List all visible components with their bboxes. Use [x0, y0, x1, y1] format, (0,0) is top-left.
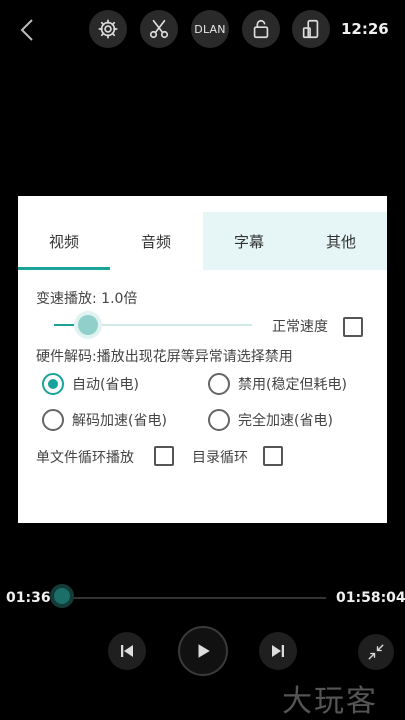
- radio-auto[interactable]: [42, 373, 64, 395]
- dlan-button[interactable]: DLAN: [191, 10, 229, 48]
- shrink-arrows-icon: [368, 644, 384, 660]
- radio-disable-label[interactable]: 禁用(稳定但耗电): [238, 374, 347, 394]
- skip-previous-icon: [121, 645, 133, 657]
- skip-next-icon: [272, 645, 284, 657]
- tab-subtitle[interactable]: 字幕: [203, 212, 295, 270]
- watermark-logo: 大玩客: [282, 684, 378, 719]
- single-loop-checkbox[interactable]: [154, 446, 174, 466]
- seek-thumb[interactable]: [54, 588, 70, 604]
- settings-dialog: 视频 音频 字幕 其他 变速播放: 1.0倍 正常速度 硬件解码:播放出现花屏等…: [18, 196, 387, 523]
- radio-auto-label[interactable]: 自动(省电): [72, 374, 139, 394]
- fullscreen-exit-button[interactable]: [358, 634, 394, 670]
- tab-audio[interactable]: 音频: [110, 212, 202, 270]
- dlan-label: DLAN: [194, 22, 226, 36]
- radio-full-accel[interactable]: [208, 409, 230, 431]
- tab-label: 其他: [325, 232, 356, 251]
- rotate-icon: [302, 19, 319, 39]
- normal-speed-checkbox[interactable]: [343, 317, 363, 337]
- speed-slider-thumb[interactable]: [78, 315, 98, 335]
- lock-button[interactable]: [242, 10, 280, 48]
- tab-other[interactable]: 其他: [295, 212, 387, 270]
- back-icon[interactable]: [16, 16, 40, 44]
- radio-disable[interactable]: [208, 373, 230, 395]
- single-loop-label: 单文件循环播放: [36, 450, 134, 466]
- dir-loop-checkbox[interactable]: [263, 446, 283, 466]
- radio-decode-accel-label[interactable]: 解码加速(省电): [72, 410, 167, 430]
- current-time: 01:36: [6, 590, 51, 606]
- rotate-button[interactable]: [292, 10, 330, 48]
- dir-loop-label: 目录循环: [192, 450, 248, 466]
- speed-label: 变速播放: 1.0倍: [36, 291, 138, 307]
- hw-decode-label: 硬件解码:播放出现花屏等异常请选择禁用: [36, 349, 293, 365]
- seek-bar[interactable]: [62, 597, 326, 599]
- radio-decode-accel[interactable]: [42, 409, 64, 431]
- gear-icon: [98, 19, 118, 39]
- play-icon: [198, 644, 210, 658]
- settings-button[interactable]: [89, 10, 127, 48]
- total-time: 01:58:04: [336, 590, 405, 606]
- previous-button[interactable]: [108, 632, 146, 670]
- tab-label: 音频: [140, 232, 171, 251]
- next-button[interactable]: [259, 632, 297, 670]
- radio-full-accel-label[interactable]: 完全加速(省电): [238, 410, 333, 430]
- tab-bar: 视频 音频 字幕 其他: [18, 212, 387, 270]
- clock: 12:26: [341, 20, 389, 38]
- normal-speed-label: 正常速度: [272, 319, 328, 335]
- active-tab-indicator: [18, 267, 110, 270]
- tab-label: 字幕: [233, 232, 264, 251]
- tab-label: 视频: [48, 232, 79, 251]
- play-button[interactable]: [178, 626, 228, 676]
- unlock-icon: [253, 19, 269, 39]
- cut-button[interactable]: [140, 10, 178, 48]
- tab-video[interactable]: 视频: [18, 212, 110, 270]
- scissors-icon: [149, 19, 169, 39]
